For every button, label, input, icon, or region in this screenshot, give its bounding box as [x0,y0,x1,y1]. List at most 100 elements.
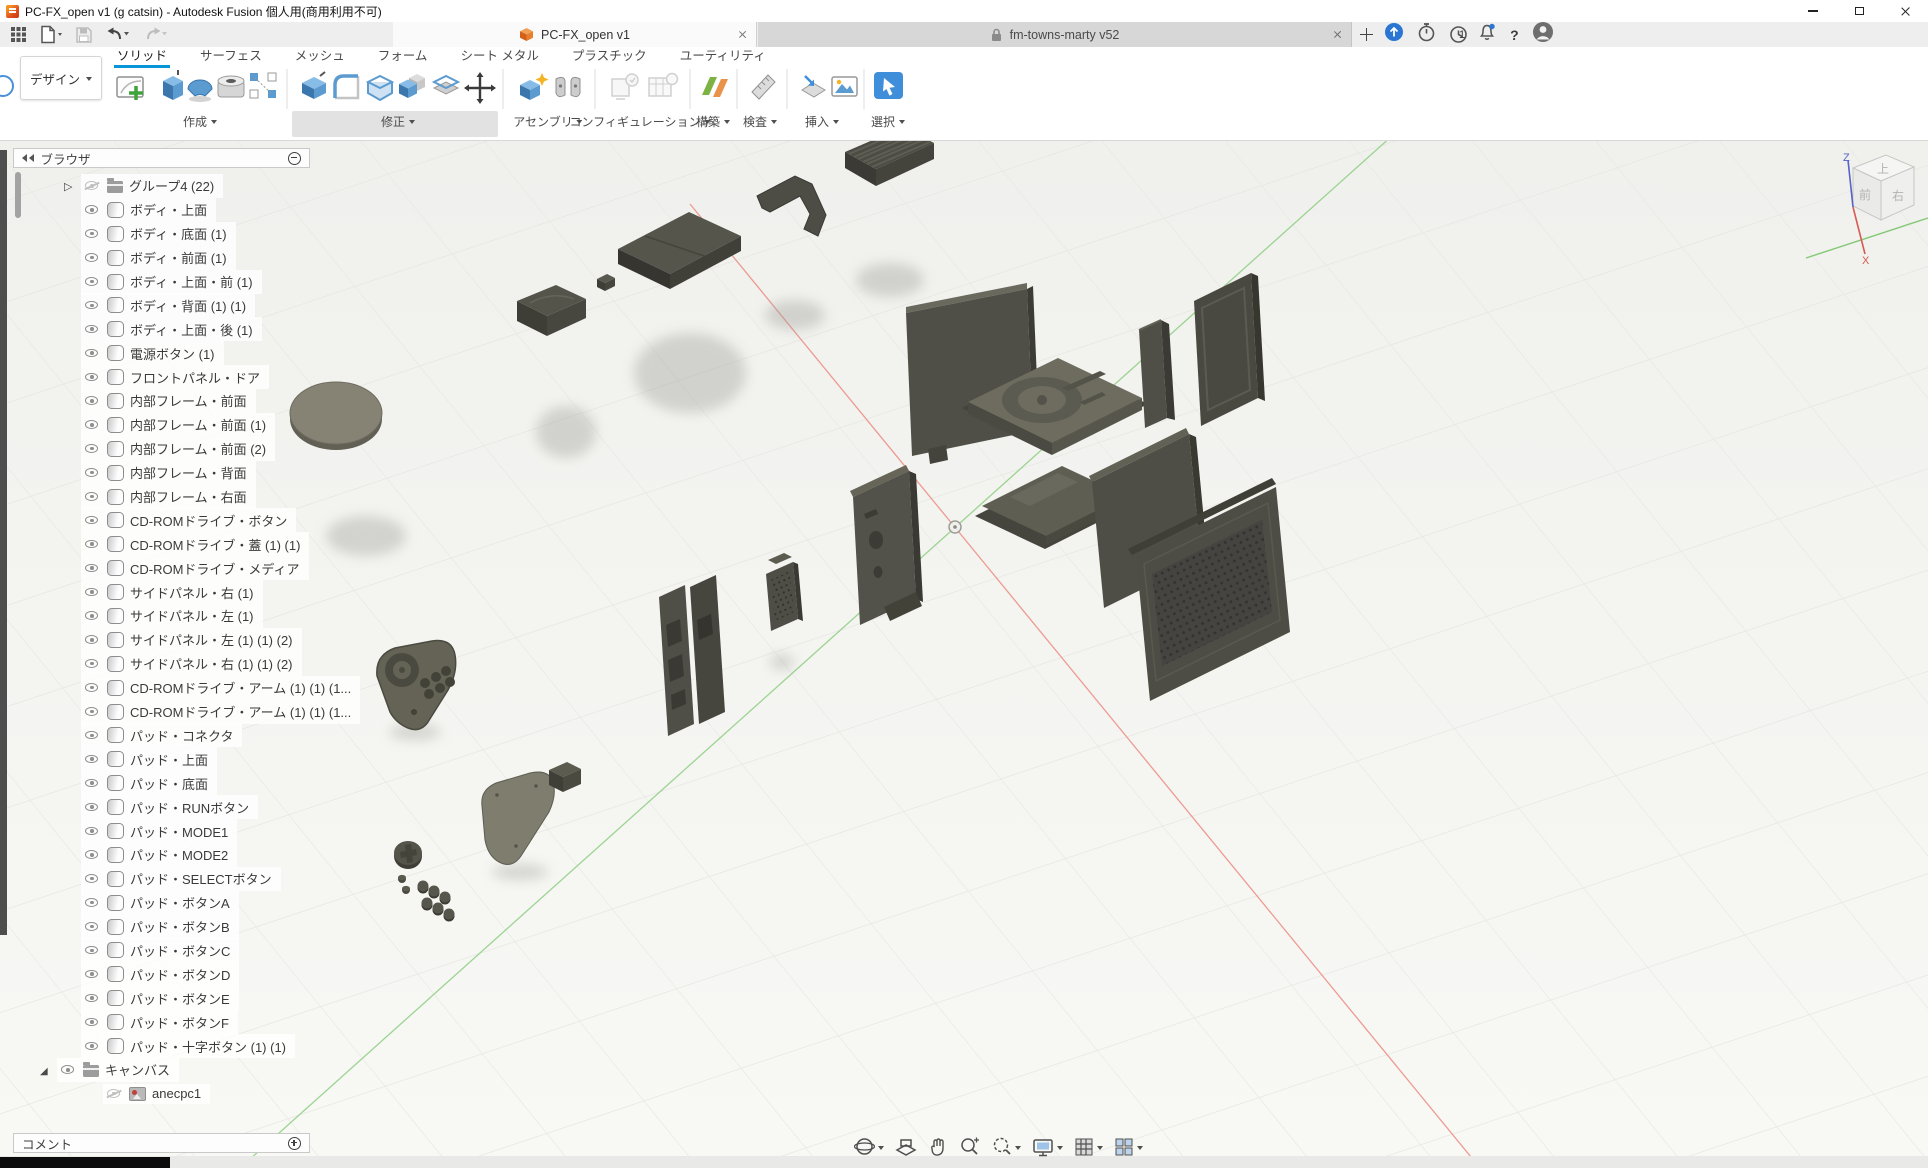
browser-header[interactable]: ブラウザ [13,148,310,168]
insert-mesh-icon[interactable] [802,76,825,97]
browser-row[interactable]: パッド・コネクタ [0,723,360,747]
visibility-eye-icon[interactable] [84,252,101,264]
browser-row[interactable]: パッド・ボタンF [0,1010,360,1034]
remove-panel-icon[interactable] [288,152,301,165]
browser-row[interactable]: パッド・上面 [0,747,360,771]
browser-row[interactable]: CD-ROMドライブ・アーム (1) (1) (1... [0,676,360,700]
visibility-eye-icon[interactable] [84,395,101,407]
visibility-eye-icon[interactable] [84,586,101,598]
browser-row[interactable]: CD-ROMドライブ・メディア [0,556,360,580]
browser-row[interactable]: 内部フレーム・前面 [0,389,360,413]
select-tool-icon[interactable] [874,72,903,99]
expand-arrow-icon[interactable] [64,179,81,193]
extrude-icon[interactable] [163,70,183,100]
group-modify[interactable]: 修正 [381,113,415,130]
display-settings-icon[interactable] [1032,1137,1063,1157]
grid-display-icon[interactable] [1074,1137,1103,1157]
save-button[interactable] [75,26,93,44]
visibility-eye-icon[interactable] [84,873,101,885]
visibility-eye-icon[interactable] [84,538,101,550]
part-side-bracket[interactable] [850,465,923,625]
browser-row[interactable]: ボディ・上面・前 (1) [0,270,360,294]
browser-row[interactable]: パッド・十字ボタン (1) (1) [0,1034,360,1058]
browser-row[interactable]: 内部フレーム・前面 (1) [0,413,360,437]
file-menu-button[interactable] [38,25,64,44]
visibility-eye-icon[interactable] [84,729,101,741]
visibility-eye-icon[interactable] [84,204,101,216]
visibility-eye-icon[interactable] [84,610,101,622]
browser-row[interactable]: パッド・RUNボタン [0,795,360,819]
visibility-eye-icon[interactable] [84,276,101,288]
ribbon-toolbar-icons[interactable] [112,67,932,113]
browser-row[interactable]: パッド・ボタンC [0,939,360,963]
visibility-eye-icon[interactable] [84,514,101,526]
browser-row[interactable]: パッド・SELECTボタン [0,867,360,891]
browser-row[interactable]: パッド・ボタンD [0,962,360,986]
browser-row[interactable]: ボディ・背面 (1) (1) [0,293,360,317]
offset-face-icon[interactable] [434,76,458,94]
undo-button[interactable] [104,26,131,43]
visibility-eye-icon[interactable] [84,323,101,335]
construct-plane-icon[interactable] [702,77,728,97]
close-button[interactable] [1882,0,1928,22]
app-grid-menu-button[interactable] [10,26,27,43]
part-vertical-panel[interactable] [1139,320,1175,428]
visibility-eye-icon[interactable] [84,658,101,670]
visibility-eye-icon[interactable] [84,897,101,909]
visibility-eye-icon[interactable] [84,1016,101,1028]
browser-row[interactable]: ボディ・底面 (1) [0,222,360,246]
new-component-icon[interactable] [520,73,549,100]
browser-row[interactable]: CD-ROMドライブ・アーム (1) (1) (1... [0,700,360,724]
visibility-eye-icon[interactable] [84,968,101,980]
create-sketch-icon[interactable] [117,77,143,100]
new-tab-button[interactable] [1358,26,1375,43]
visibility-eye-icon[interactable] [84,992,101,1004]
browser-row[interactable]: ボディ・前面 (1) [0,246,360,270]
browser-row[interactable]: CD-ROMドライブ・蓋 (1) (1) [0,532,360,556]
visibility-eye-icon[interactable] [84,371,101,383]
document-tab-active[interactable]: PC-FX_open v1 [393,22,757,47]
browser-row[interactable]: ボディ・上面・後 (1) [0,317,360,341]
browser-row[interactable]: 内部フレーム・前面 (2) [0,437,360,461]
visibility-eye-icon[interactable] [84,491,101,503]
visibility-eye-icon[interactable] [106,1088,123,1100]
shell-icon[interactable] [368,76,392,100]
hole-icon[interactable] [218,76,244,97]
fillet-icon[interactable] [335,76,358,98]
browser-row[interactable]: 電源ボタン (1) [0,341,360,365]
joint-icon[interactable] [556,77,580,96]
view-cube[interactable]: 上 前 右 Z X [1798,146,1928,276]
collapse-panel-icon[interactable] [22,154,34,162]
visibility-eye-icon[interactable] [84,562,101,574]
group-insert[interactable]: 挿入 [805,113,839,130]
browser-row[interactable]: パッド・ボタンB [0,915,360,939]
browser-row[interactable]: anecpc1 [0,1082,360,1106]
notifications-bell-icon[interactable] [1478,22,1497,47]
stopwatch-icon[interactable] [1417,22,1436,47]
browser-row[interactable]: CD-ROMドライブ・ボタン [0,508,360,532]
visibility-eye-icon[interactable] [84,228,101,240]
visibility-eye-icon[interactable] [84,777,101,789]
visibility-eye-icon[interactable] [84,443,101,455]
group-construct[interactable]: 構築 [696,113,730,130]
browser-scrollbar[interactable] [15,172,21,218]
visibility-eye-icon[interactable] [84,682,101,694]
visibility-eye-icon[interactable] [84,944,101,956]
visibility-eye-icon[interactable] [84,299,101,311]
browser-row[interactable]: サイドパネル・左 (1) [0,604,360,628]
browser-row[interactable]: パッド・MODE1 [0,819,360,843]
maximize-button[interactable] [1836,0,1882,22]
browser-row[interactable]: 内部フレーム・背面 [0,461,360,485]
browser-row[interactable]: フロントパネル・ドア [0,365,360,389]
visibility-eye-icon[interactable] [84,180,101,192]
redo-button[interactable] [142,26,169,43]
browser-row[interactable]: パッド・ボタンE [0,986,360,1010]
visibility-eye-icon[interactable] [84,801,101,813]
group-select[interactable]: 選択 [871,113,905,130]
group-configuration[interactable]: コンフィギュレーション [570,113,711,130]
browser-row[interactable]: サイドパネル・右 (1) [0,580,360,604]
visibility-eye-icon[interactable] [84,634,101,646]
job-status-icon[interactable] [1384,22,1404,47]
revolve-icon[interactable] [188,80,212,102]
browser-row[interactable]: ボディ・上面 [0,198,360,222]
